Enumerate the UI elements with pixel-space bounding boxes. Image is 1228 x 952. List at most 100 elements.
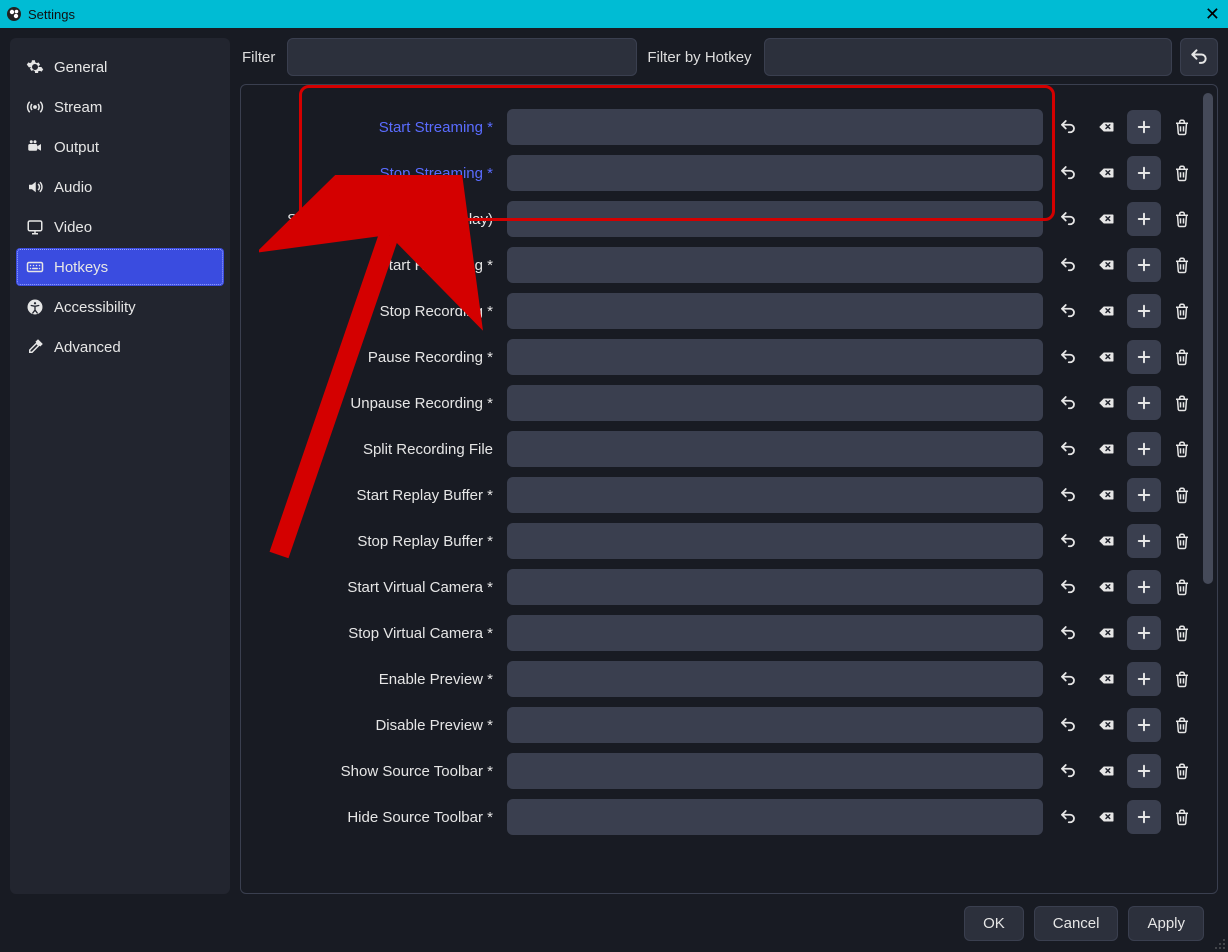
clear-button[interactable] [1089,432,1123,466]
hotkey-input[interactable] [507,615,1043,651]
undo-button[interactable] [1051,616,1085,650]
add-button[interactable] [1127,156,1161,190]
hotkey-input[interactable] [507,753,1043,789]
close-icon[interactable]: ✕ [1205,4,1220,25]
clear-button[interactable] [1089,340,1123,374]
add-button[interactable] [1127,202,1161,236]
clear-button[interactable] [1089,202,1123,236]
hotkey-input[interactable] [507,385,1043,421]
add-button[interactable] [1127,662,1161,696]
clear-button[interactable] [1089,248,1123,282]
undo-button[interactable] [1051,248,1085,282]
remove-button[interactable] [1165,156,1199,190]
clear-button[interactable] [1089,478,1123,512]
undo-button[interactable] [1051,708,1085,742]
filter-hotkey-input[interactable] [764,38,1172,76]
hotkey-input[interactable] [507,109,1043,145]
sidebar-item-stream[interactable]: Stream [16,88,224,126]
apply-button[interactable]: Apply [1128,906,1204,941]
resize-grip-icon[interactable] [1212,936,1226,950]
hotkey-input[interactable] [507,155,1043,191]
hotkey-input[interactable] [507,799,1043,835]
add-button[interactable] [1127,340,1161,374]
undo-button[interactable] [1051,110,1085,144]
clear-button[interactable] [1089,800,1123,834]
hotkey-input[interactable] [507,523,1043,559]
undo-button[interactable] [1051,524,1085,558]
sidebar-item-accessibility[interactable]: Accessibility [16,288,224,326]
undo-button[interactable] [1051,478,1085,512]
filter-reset-button[interactable] [1180,38,1218,76]
add-button[interactable] [1127,432,1161,466]
sidebar-item-video[interactable]: Video [16,208,224,246]
remove-button[interactable] [1165,432,1199,466]
clear-button[interactable] [1089,570,1123,604]
undo-button[interactable] [1051,754,1085,788]
remove-button[interactable] [1165,294,1199,328]
add-button[interactable] [1127,110,1161,144]
remove-button[interactable] [1165,340,1199,374]
clear-button[interactable] [1089,156,1123,190]
hotkey-input[interactable] [507,293,1043,329]
sidebar-item-hotkeys[interactable]: Hotkeys [16,248,224,286]
hotkey-input[interactable] [507,247,1043,283]
undo-button[interactable] [1051,294,1085,328]
undo-button[interactable] [1051,340,1085,374]
scrollbar[interactable] [1203,93,1213,885]
add-button[interactable] [1127,386,1161,420]
undo-button[interactable] [1051,432,1085,466]
remove-button[interactable] [1165,662,1199,696]
sidebar-item-audio[interactable]: Audio [16,168,224,206]
add-button[interactable] [1127,248,1161,282]
undo-button[interactable] [1051,156,1085,190]
hotkey-input[interactable] [507,661,1043,697]
add-button[interactable] [1127,800,1161,834]
remove-button[interactable] [1165,386,1199,420]
remove-button[interactable] [1165,524,1199,558]
add-button[interactable] [1127,754,1161,788]
undo-button[interactable] [1051,800,1085,834]
clear-button[interactable] [1089,708,1123,742]
scrollbar-thumb[interactable] [1203,93,1213,584]
remove-button[interactable] [1165,202,1199,236]
hotkey-row: Stop Streaming * [255,155,1199,191]
remove-button[interactable] [1165,248,1199,282]
add-button[interactable] [1127,478,1161,512]
undo-button[interactable] [1051,662,1085,696]
clear-button[interactable] [1089,662,1123,696]
clear-button[interactable] [1089,754,1123,788]
sidebar-item-general[interactable]: General [16,48,224,86]
add-button[interactable] [1127,570,1161,604]
hotkey-input[interactable] [507,339,1043,375]
hotkey-input[interactable] [507,707,1043,743]
add-button[interactable] [1127,524,1161,558]
clear-button[interactable] [1089,386,1123,420]
hotkey-label: Unpause Recording * [255,395,499,412]
undo-button[interactable] [1051,386,1085,420]
hotkey-input[interactable] [507,201,1043,237]
hotkey-input[interactable] [507,477,1043,513]
remove-button[interactable] [1165,708,1199,742]
clear-button[interactable] [1089,110,1123,144]
hotkey-input[interactable] [507,569,1043,605]
filter-input[interactable] [287,38,637,76]
ok-button[interactable]: OK [964,906,1024,941]
sidebar-item-output[interactable]: Output [16,128,224,166]
remove-button[interactable] [1165,478,1199,512]
add-button[interactable] [1127,708,1161,742]
remove-button[interactable] [1165,754,1199,788]
cancel-button[interactable]: Cancel [1034,906,1119,941]
add-button[interactable] [1127,616,1161,650]
remove-button[interactable] [1165,570,1199,604]
remove-button[interactable] [1165,616,1199,650]
add-button[interactable] [1127,294,1161,328]
clear-button[interactable] [1089,616,1123,650]
hotkey-input[interactable] [507,431,1043,467]
clear-button[interactable] [1089,294,1123,328]
sidebar-item-advanced[interactable]: Advanced [16,328,224,366]
clear-button[interactable] [1089,524,1123,558]
remove-button[interactable] [1165,110,1199,144]
undo-button[interactable] [1051,202,1085,236]
remove-button[interactable] [1165,800,1199,834]
undo-button[interactable] [1051,570,1085,604]
